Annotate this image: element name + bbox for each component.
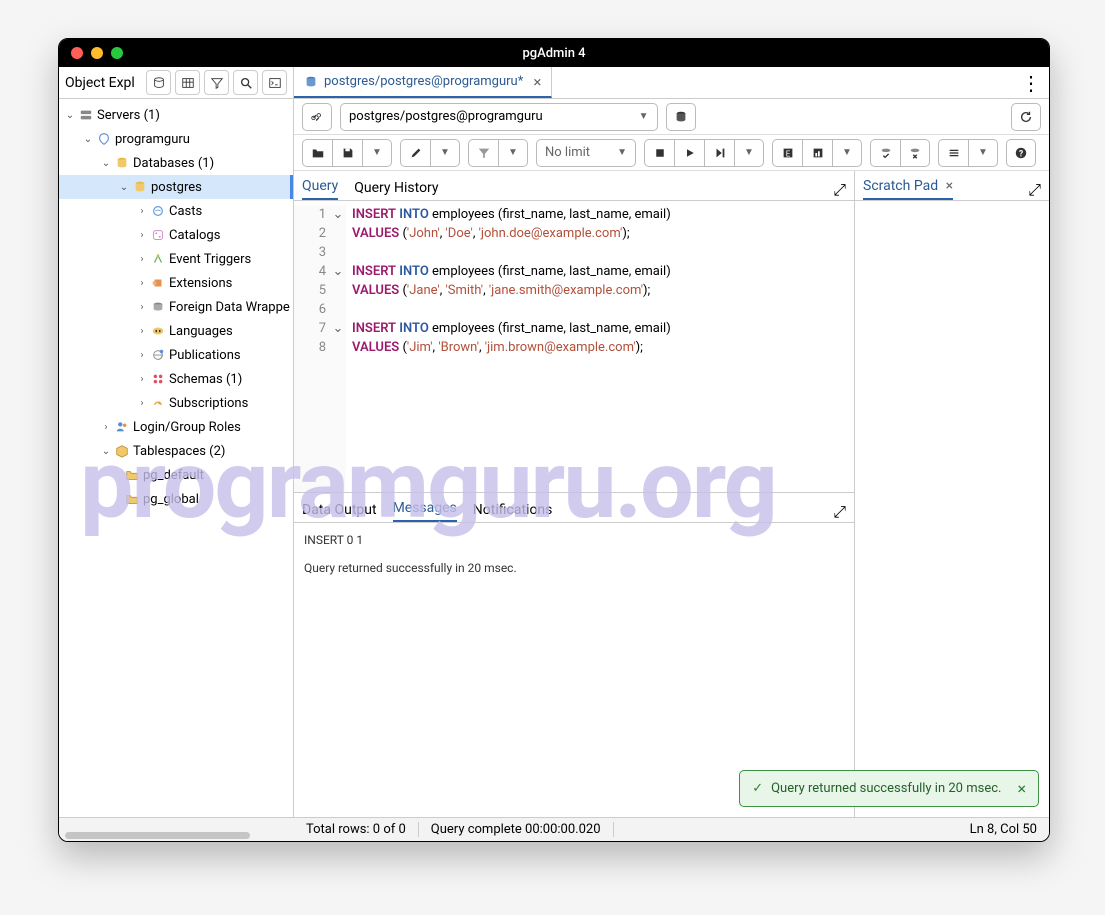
tree-item[interactable]: ›Extensions (59, 271, 293, 295)
stop-icon[interactable] (644, 139, 674, 167)
close-window-button[interactable] (71, 47, 83, 59)
new-connection-icon[interactable] (666, 103, 696, 131)
edit-dropdown[interactable]: ▼ (430, 139, 460, 167)
tab-scratch-pad[interactable]: Scratch Pad × (863, 174, 953, 200)
close-scratch-icon[interactable]: × (946, 178, 953, 194)
tree-item[interactable]: ›Subscriptions (59, 391, 293, 415)
sidebar-title: Object Expl (65, 75, 142, 91)
execute-dropdown[interactable]: ▼ (734, 139, 764, 167)
tree-databases[interactable]: ⌄Databases (1) (59, 151, 293, 175)
titlebar: pgAdmin 4 (59, 39, 1049, 67)
tree-item[interactable]: ›Casts (59, 199, 293, 223)
tree-servers[interactable]: ⌄Servers (1) (59, 103, 293, 127)
open-file-icon[interactable] (302, 139, 332, 167)
limit-select[interactable]: No limit▼ (536, 139, 636, 167)
tab-query[interactable]: Query (302, 174, 338, 200)
execute-script-icon[interactable] (704, 139, 734, 167)
tab-notifications[interactable]: Notifications (473, 498, 553, 522)
tree-item[interactable]: ›Foreign Data Wrappe (59, 295, 293, 319)
close-toast-icon[interactable]: × (1017, 779, 1026, 798)
commit-icon[interactable] (870, 139, 900, 167)
search-icon[interactable] (233, 70, 258, 95)
filter-button[interactable] (468, 139, 498, 167)
execute-icon[interactable] (674, 139, 704, 167)
query-tab[interactable]: postgres/postgres@programguru* × (294, 67, 552, 98)
tree-item[interactable]: pg_default (59, 463, 293, 487)
tree-item[interactable]: ›Event Triggers (59, 247, 293, 271)
filter-dropdown[interactable]: ▼ (498, 139, 528, 167)
object-tree[interactable]: ⌄Servers (1) ⌄programguru ⌄Databases (1)… (59, 99, 293, 817)
psql-icon[interactable] (262, 70, 287, 95)
reset-layout-icon[interactable] (1011, 103, 1041, 131)
status-cursor: Ln 8, Col 50 (958, 822, 1049, 837)
query-tool-icon[interactable] (146, 70, 171, 95)
chevron-down-icon: ▼ (617, 147, 627, 158)
toast-text: Query returned successfully in 20 msec. (771, 781, 1001, 796)
macros-icon[interactable] (938, 139, 968, 167)
minimize-window-button[interactable] (91, 47, 103, 59)
tab-data-output[interactable]: Data Output (302, 498, 377, 522)
tree-item[interactable]: ›Languages (59, 319, 293, 343)
svg-text:E: E (785, 149, 790, 158)
tree-item[interactable]: ›Schemas (1) (59, 367, 293, 391)
sql-editor[interactable]: 12345678 ⌄ ⌄ ⌄ INSERT INTO employees (fi… (294, 201, 854, 492)
code-content: INSERT INTO employees (first_name, last_… (346, 205, 671, 492)
window-title: pgAdmin 4 (522, 46, 585, 61)
close-tab-icon[interactable]: × (533, 73, 541, 91)
chevron-down-icon: ▼ (639, 111, 649, 122)
help-icon[interactable]: ? (1006, 139, 1036, 167)
save-icon[interactable] (332, 139, 362, 167)
tree-loginroles[interactable]: ›Login/Group Roles (59, 415, 293, 439)
svg-text:?: ? (1019, 149, 1024, 159)
app-window: pgAdmin 4 Object Expl ⌄Servers (1) ⌄prog… (58, 38, 1050, 842)
connection-status-icon[interactable] (302, 103, 332, 131)
rollback-icon[interactable] (900, 139, 930, 167)
tabbar: postgres/postgres@programguru* × ⋮ (294, 67, 1049, 99)
status-rows: Total rows: 0 of 0 (294, 822, 419, 837)
tree-item[interactable]: ›Catalogs (59, 223, 293, 247)
toolbar: ▼ ▼ ▼ No limit▼ ▼ E (294, 135, 1049, 171)
tab-messages[interactable]: Messages (393, 496, 457, 522)
explain-dropdown[interactable]: ▼ (832, 139, 862, 167)
status-complete: Query complete 00:00:00.020 (419, 822, 614, 837)
check-icon: ✓ (752, 781, 763, 796)
connection-select[interactable]: postgres/postgres@programguru▼ (340, 103, 658, 131)
explain-analyze-icon[interactable] (802, 139, 832, 167)
tab-label: postgres/postgres@programguru* (324, 74, 523, 89)
success-toast: ✓ Query returned successfully in 20 msec… (739, 770, 1039, 807)
tree-item[interactable]: ›Publications (59, 343, 293, 367)
tree-server[interactable]: ⌄programguru (59, 127, 293, 151)
scratch-pad: Scratch Pad × ⤢ (854, 171, 1049, 817)
expand-output-icon[interactable]: ⤢ (833, 502, 846, 522)
tree-tablespaces[interactable]: ⌄Tablespaces (2) (59, 439, 293, 463)
explain-icon[interactable]: E (772, 139, 802, 167)
tree-item[interactable]: pg_global (59, 487, 293, 511)
expand-editor-icon[interactable]: ⤢ (833, 180, 846, 200)
maximize-window-button[interactable] (111, 47, 123, 59)
macros-dropdown[interactable]: ▼ (968, 139, 998, 167)
tab-query-history[interactable]: Query History (354, 176, 438, 200)
kebab-menu-icon[interactable]: ⋮ (1013, 67, 1049, 98)
tree-db-postgres[interactable]: ⌄postgres (59, 175, 293, 199)
edit-icon[interactable] (400, 139, 430, 167)
expand-scratch-icon[interactable]: ⤢ (1028, 180, 1041, 200)
object-explorer: Object Expl ⌄Servers (1) ⌄programguru ⌄D… (59, 67, 294, 817)
filter-icon[interactable] (204, 70, 229, 95)
save-dropdown[interactable]: ▼ (362, 139, 392, 167)
view-data-icon[interactable] (175, 70, 200, 95)
